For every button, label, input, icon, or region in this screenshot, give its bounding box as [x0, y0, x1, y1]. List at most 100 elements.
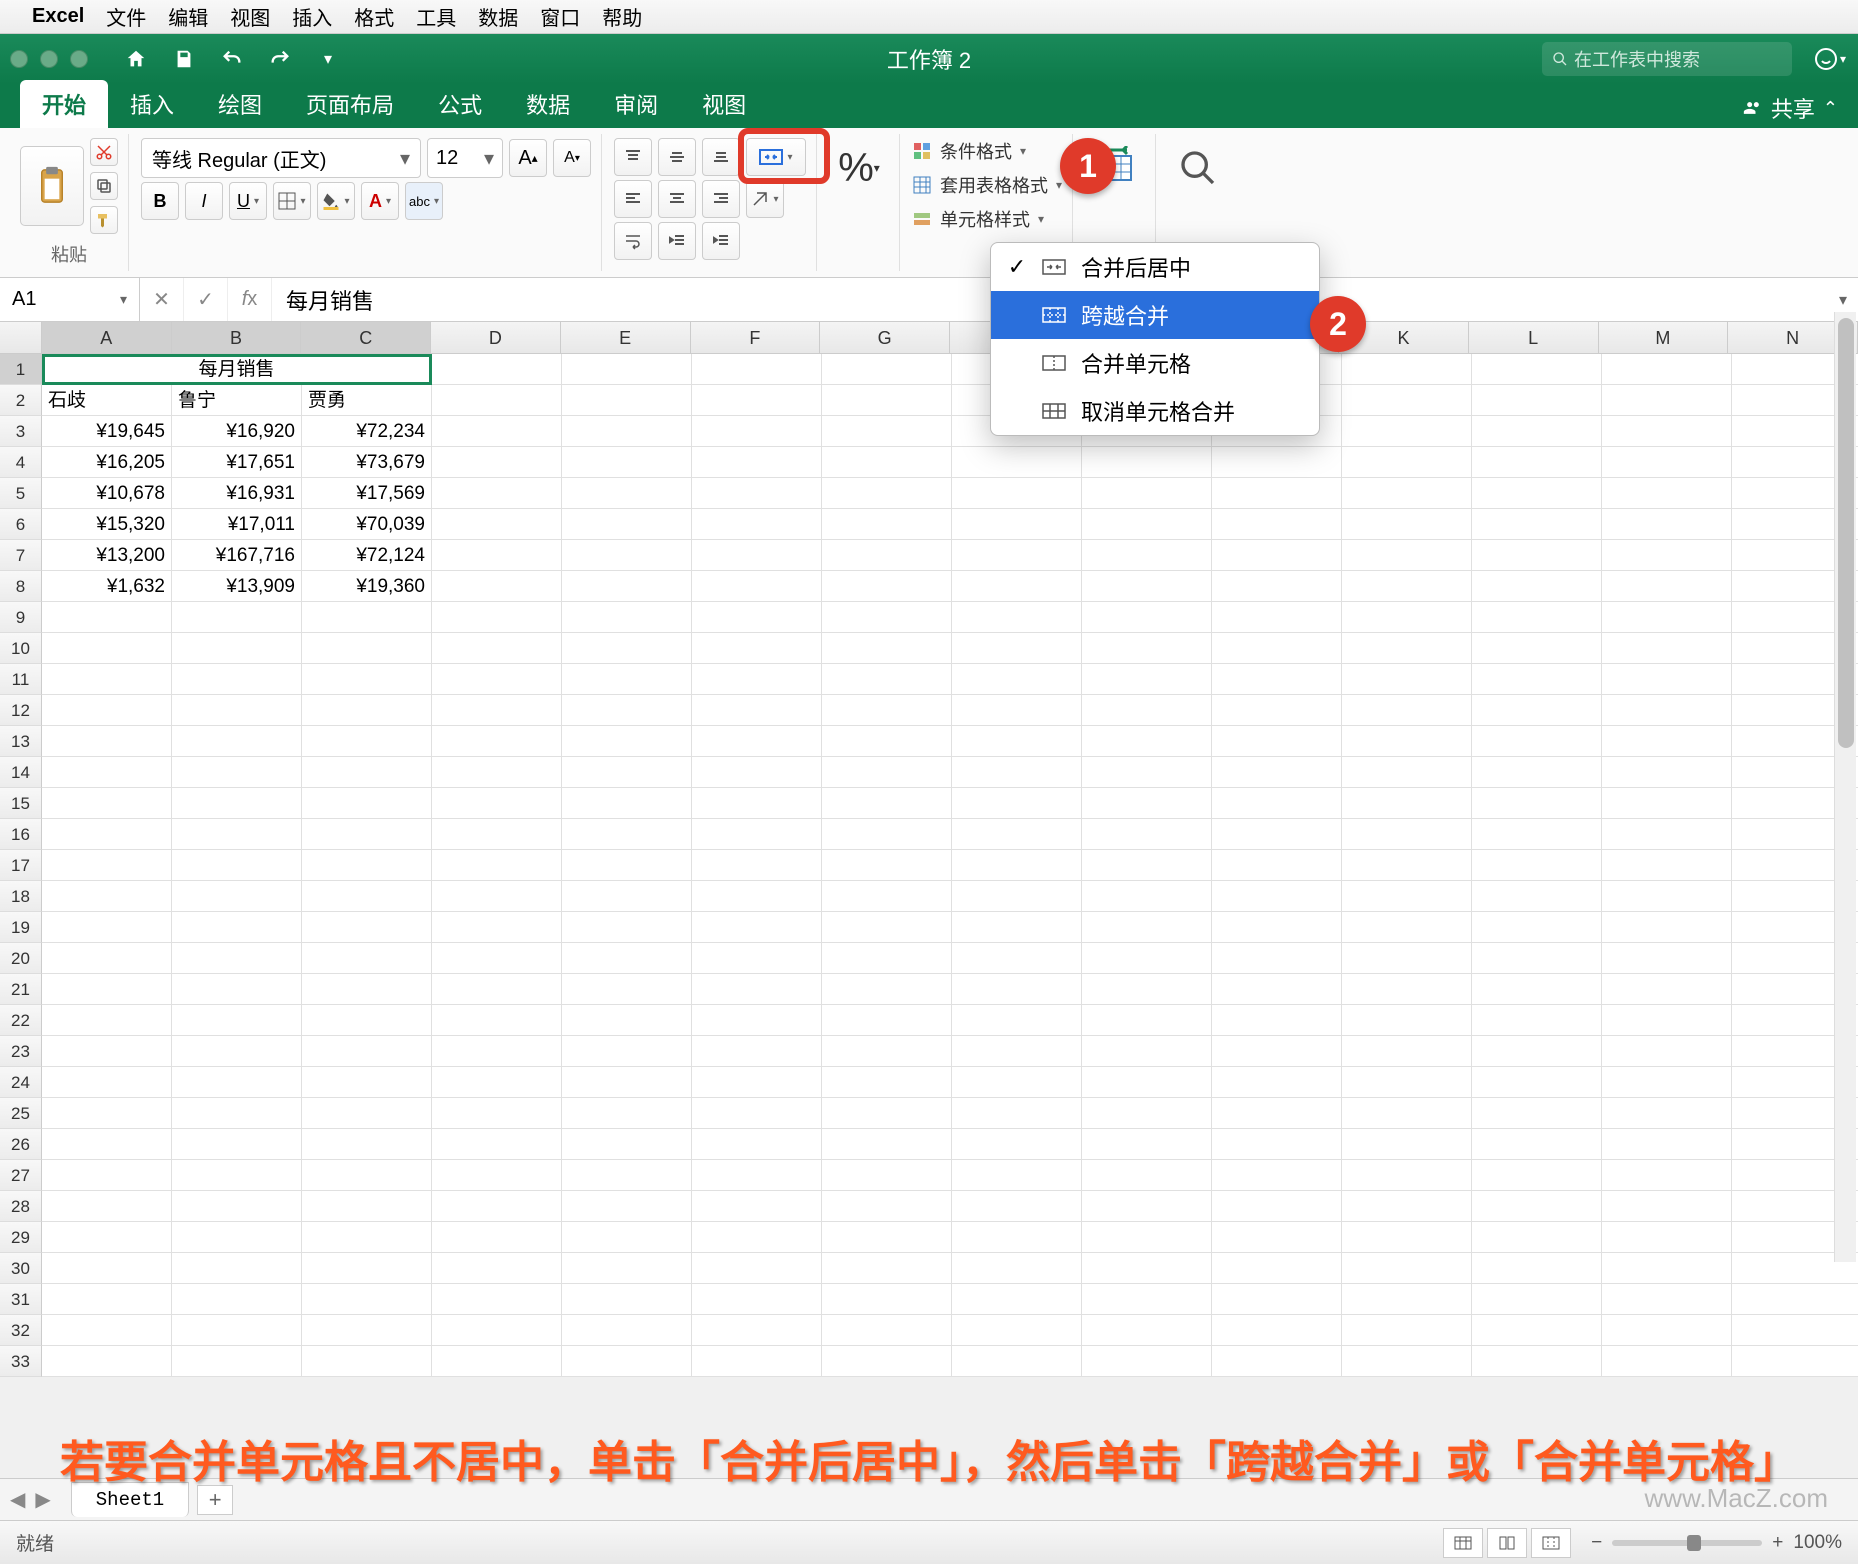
cell[interactable]	[42, 850, 172, 881]
cell[interactable]	[1602, 695, 1732, 726]
cell[interactable]	[432, 1222, 562, 1253]
cell[interactable]	[562, 633, 692, 664]
cell[interactable]	[302, 1098, 432, 1129]
row-header[interactable]: 33	[0, 1346, 42, 1377]
cell[interactable]	[302, 1346, 432, 1377]
cell[interactable]	[692, 1005, 822, 1036]
cell[interactable]	[42, 819, 172, 850]
cell[interactable]	[1602, 850, 1732, 881]
cell[interactable]	[302, 1191, 432, 1222]
cell[interactable]	[1212, 757, 1342, 788]
cell[interactable]: ¥10,678	[42, 478, 172, 509]
cell[interactable]	[42, 974, 172, 1005]
cell[interactable]	[1082, 912, 1212, 943]
row-header[interactable]: 27	[0, 1160, 42, 1191]
cell[interactable]: ¥17,569	[302, 478, 432, 509]
cell[interactable]	[692, 509, 822, 540]
cell[interactable]	[1082, 1284, 1212, 1315]
cell[interactable]	[172, 974, 302, 1005]
cell[interactable]	[1212, 602, 1342, 633]
row-header[interactable]: 2	[0, 385, 42, 416]
row-header[interactable]: 32	[0, 1315, 42, 1346]
cell[interactable]	[1212, 478, 1342, 509]
cell[interactable]	[172, 1222, 302, 1253]
cell[interactable]	[42, 1253, 172, 1284]
cell[interactable]	[42, 1160, 172, 1191]
cell[interactable]	[562, 540, 692, 571]
app-name[interactable]: Excel	[32, 5, 84, 28]
cell[interactable]	[1602, 1129, 1732, 1160]
cell[interactable]	[952, 788, 1082, 819]
col-header[interactable]: B	[172, 322, 302, 353]
cell[interactable]	[1082, 1067, 1212, 1098]
cancel-formula-icon[interactable]: ✕	[140, 278, 184, 321]
cell[interactable]	[432, 1253, 562, 1284]
bold-button[interactable]: B	[141, 182, 179, 220]
font-size-select[interactable]: 12▾	[427, 138, 503, 178]
home-icon[interactable]	[118, 41, 154, 77]
cell[interactable]	[1342, 354, 1472, 385]
cell[interactable]	[822, 385, 952, 416]
cell[interactable]	[1472, 1222, 1602, 1253]
cell[interactable]	[1732, 1284, 1858, 1315]
cell[interactable]	[1212, 881, 1342, 912]
cell[interactable]	[562, 788, 692, 819]
cell[interactable]	[432, 974, 562, 1005]
cell[interactable]	[42, 664, 172, 695]
cell[interactable]	[562, 478, 692, 509]
cell[interactable]	[1082, 664, 1212, 695]
cell[interactable]	[1342, 1036, 1472, 1067]
cell[interactable]	[432, 1036, 562, 1067]
share-button[interactable]: 共享 ⌃	[1743, 92, 1838, 124]
cell[interactable]	[172, 1346, 302, 1377]
cell[interactable]	[1602, 354, 1732, 385]
cell[interactable]	[1342, 447, 1472, 478]
cell[interactable]	[952, 664, 1082, 695]
row-header[interactable]: 7	[0, 540, 42, 571]
cell[interactable]	[1082, 1036, 1212, 1067]
cell[interactable]	[1212, 912, 1342, 943]
cell[interactable]	[172, 1098, 302, 1129]
cell[interactable]	[432, 571, 562, 602]
cell[interactable]	[692, 478, 822, 509]
cell[interactable]	[952, 1160, 1082, 1191]
cell[interactable]	[1472, 540, 1602, 571]
cell[interactable]	[302, 1067, 432, 1098]
cell[interactable]	[952, 1253, 1082, 1284]
italic-button[interactable]: I	[185, 182, 223, 220]
cell[interactable]	[562, 1191, 692, 1222]
cell[interactable]	[302, 943, 432, 974]
cell[interactable]	[692, 881, 822, 912]
cell[interactable]	[952, 943, 1082, 974]
cell[interactable]	[1602, 726, 1732, 757]
cell[interactable]	[952, 1191, 1082, 1222]
cell[interactable]	[692, 1346, 822, 1377]
cell[interactable]	[1342, 1129, 1472, 1160]
cell[interactable]	[172, 1036, 302, 1067]
menu-file[interactable]: 文件	[106, 2, 146, 31]
cell[interactable]	[1472, 447, 1602, 478]
cell[interactable]	[1082, 602, 1212, 633]
cell[interactable]	[1342, 1284, 1472, 1315]
add-sheet-button[interactable]: +	[197, 1485, 233, 1515]
cell[interactable]	[1602, 788, 1732, 819]
expand-formula-icon[interactable]: ▾	[1828, 290, 1858, 310]
cell[interactable]	[1342, 571, 1472, 602]
decrease-indent-icon[interactable]	[658, 222, 696, 260]
cell[interactable]	[1472, 354, 1602, 385]
cell[interactable]	[42, 1005, 172, 1036]
cell[interactable]	[432, 416, 562, 447]
cell[interactable]	[1472, 881, 1602, 912]
decrease-font-icon[interactable]: A▾	[553, 139, 591, 177]
row-header[interactable]: 26	[0, 1129, 42, 1160]
cell[interactable]	[952, 571, 1082, 602]
phonetic-button[interactable]: abc	[405, 182, 443, 220]
increase-indent-icon[interactable]	[702, 222, 740, 260]
vertical-scrollbar[interactable]	[1834, 312, 1856, 1262]
cell[interactable]	[822, 354, 952, 385]
cell[interactable]	[302, 1005, 432, 1036]
row-header[interactable]: 25	[0, 1098, 42, 1129]
row-header[interactable]: 18	[0, 881, 42, 912]
cell[interactable]	[432, 912, 562, 943]
cell[interactable]	[1212, 1067, 1342, 1098]
